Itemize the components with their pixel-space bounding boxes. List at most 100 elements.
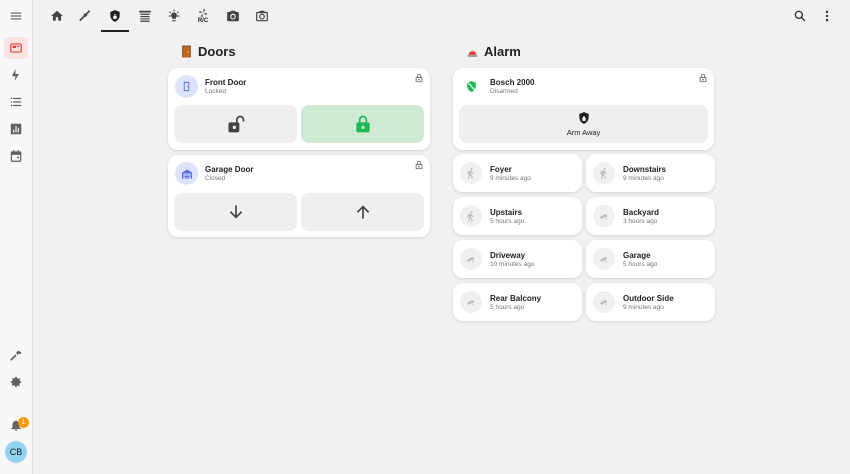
motion-icon	[600, 300, 607, 306]
sensor-time: 9 minutes ago	[490, 175, 531, 182]
close-garage-button[interactable]	[174, 193, 297, 231]
garage-icon	[181, 169, 192, 178]
sidebar-item-logbook[interactable]	[4, 91, 28, 113]
sensor-time: 9 minutes ago	[623, 304, 664, 311]
sensor-tile[interactable]: Downstairs 9 minutes ago	[586, 154, 715, 192]
garage-door-state: Closed	[205, 175, 226, 182]
motion-icon	[467, 300, 474, 306]
sensor-time: 5 hours ago	[623, 261, 658, 268]
siren-emoji-icon	[467, 49, 478, 57]
doors-heading: Doors	[180, 44, 236, 59]
sensor-time: 10 minutes ago	[490, 261, 535, 268]
calendar-icon	[10, 150, 22, 162]
front-door-state: Locked	[205, 88, 226, 95]
motion-icon	[600, 214, 607, 220]
door-icon	[183, 81, 190, 92]
door-emoji-icon	[182, 45, 191, 58]
sensor-tile[interactable]: Driveway 10 minutes ago	[453, 240, 582, 278]
sensor-time: 3 hours ago	[623, 218, 658, 225]
camera-outline-icon	[256, 10, 268, 22]
more-vertical-icon	[825, 10, 829, 22]
open-garage-button[interactable]	[301, 193, 424, 231]
lock-button[interactable]	[301, 105, 424, 143]
arrow-up-icon	[356, 205, 369, 219]
bulb-icon	[168, 9, 180, 22]
shield-lock-icon	[578, 112, 589, 124]
arm-away-label: Arm Away	[566, 128, 601, 137]
tab-security[interactable]	[101, 0, 129, 32]
sensor-tile[interactable]: Foyer 9 minutes ago	[453, 154, 582, 192]
sidebar-item-developer-tools[interactable]	[4, 344, 28, 366]
sensor-name: Driveway	[490, 251, 526, 260]
sensor-tile[interactable]: Rear Balcony 5 hours ago	[453, 283, 582, 321]
arm-away-button[interactable]: Arm Away	[459, 105, 708, 143]
front-door-card: Front Door Locked	[168, 68, 430, 150]
sidebar-item-dashboard[interactable]	[4, 37, 28, 59]
sensor-tile[interactable]: Upstairs 5 hours ago	[453, 197, 582, 235]
sensor-tile[interactable]: Backyard 3 hours ago	[586, 197, 715, 235]
tab-climate-label: R/C	[197, 18, 209, 24]
tab-lights[interactable]	[160, 0, 188, 32]
tab-cleaning[interactable]	[71, 0, 99, 32]
chart-icon	[10, 123, 22, 135]
fan-icon	[198, 8, 208, 18]
list-icon	[10, 97, 22, 107]
notification-badge: 1	[18, 417, 29, 428]
sensor-name: Rear Balcony	[490, 294, 542, 303]
search-button[interactable]	[790, 6, 810, 26]
alarm-heading: Alarm	[466, 44, 521, 59]
shield-icon	[110, 10, 120, 22]
alarm-status-icon-badge[interactable]	[460, 75, 483, 98]
lock-outline-icon	[415, 160, 423, 170]
sensor-name: Backyard	[623, 208, 660, 217]
garage-door-name: Garage Door	[205, 165, 254, 174]
sidebar-item-settings[interactable]	[4, 371, 28, 393]
alarm-panel-card: Bosch 2000 Disarmed Arm Away	[453, 68, 714, 150]
shield-off-icon	[467, 81, 476, 92]
home-icon	[51, 10, 63, 21]
front-door-icon-badge[interactable]	[175, 75, 198, 98]
front-door-name: Front Door	[205, 78, 247, 87]
more-options-button[interactable]	[817, 6, 837, 26]
sensor-time: 5 hours ago	[490, 304, 525, 311]
gear-icon	[10, 376, 22, 388]
sensor-name: Upstairs	[490, 208, 523, 217]
alarm-panel-name: Bosch 2000	[490, 78, 535, 87]
sensor-tile[interactable]: Garage 5 hours ago	[586, 240, 715, 278]
walk-icon	[467, 168, 474, 179]
tab-garage[interactable]	[131, 0, 159, 32]
menu-icon	[10, 12, 22, 20]
motion-icon	[600, 257, 607, 263]
unlock-button[interactable]	[174, 105, 297, 143]
tab-camera-alt[interactable]	[248, 0, 276, 32]
sensor-time: 9 minutes ago	[623, 175, 664, 182]
top-bar: R/C	[33, 0, 850, 32]
tab-climate[interactable]: R/C	[189, 0, 217, 32]
alarm-title: Alarm	[484, 44, 521, 59]
motion-icon	[467, 257, 474, 263]
tab-home[interactable]	[43, 0, 71, 32]
camera-icon	[227, 10, 239, 22]
garage-door-card: Garage Door Closed	[168, 155, 430, 237]
sidebar: 1 CB	[0, 0, 33, 474]
search-icon	[794, 10, 806, 22]
sensor-name: Downstairs	[623, 165, 667, 174]
alarm-panel-state: Disarmed	[490, 88, 518, 95]
dashboard-icon	[10, 43, 22, 53]
walk-icon	[467, 211, 474, 222]
menu-button[interactable]	[4, 5, 28, 27]
sidebar-item-calendar[interactable]	[4, 145, 28, 167]
lightning-icon	[11, 69, 19, 81]
sensor-name: Foyer	[490, 165, 512, 174]
sidebar-item-history[interactable]	[4, 118, 28, 140]
tab-camera[interactable]	[219, 0, 247, 32]
walk-icon	[600, 168, 607, 179]
sensor-name: Outdoor Side	[623, 294, 674, 303]
sensor-tile[interactable]: Outdoor Side 9 minutes ago	[586, 283, 715, 321]
doors-title: Doors	[198, 44, 236, 59]
garage-door-icon-badge[interactable]	[175, 162, 198, 185]
avatar[interactable]: CB	[5, 441, 27, 463]
garage-icon	[139, 10, 151, 22]
broom-icon	[79, 10, 91, 22]
sidebar-item-energy[interactable]	[4, 64, 28, 86]
